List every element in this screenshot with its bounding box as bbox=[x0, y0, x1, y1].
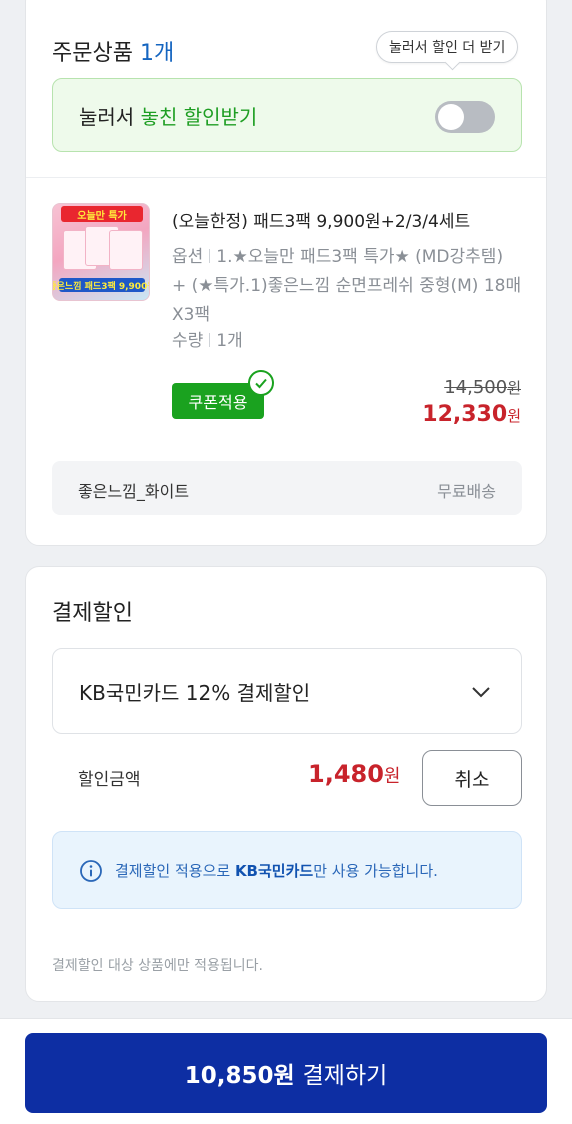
payment-discount-title: 결제할인 bbox=[52, 601, 133, 626]
section-divider bbox=[26, 177, 546, 178]
missed-discount-banner[interactable]: 눌러서 놓친 할인받기 bbox=[52, 78, 522, 152]
notice-card: KB국민카드 bbox=[234, 862, 314, 880]
order-count: 1개 bbox=[139, 41, 175, 66]
discount-amount: 1,480원 bbox=[308, 760, 400, 788]
pay-button[interactable]: 10,850원 결제하기 bbox=[25, 1033, 547, 1113]
missed-discount-toggle[interactable] bbox=[435, 101, 495, 133]
order-section-title: 주문상품 1개 bbox=[52, 35, 174, 67]
separator bbox=[209, 249, 211, 263]
original-price-value: 14,500 bbox=[444, 377, 508, 398]
won-unit: 원 bbox=[383, 766, 401, 787]
chevron-down-icon bbox=[472, 687, 490, 698]
product-thumbnail[interactable]: 오늘만 특가 좋은느낌 패드3팩 9,900원 bbox=[52, 203, 150, 301]
discount-amount-label: 할인금액 bbox=[78, 770, 141, 790]
seller-name: 좋은느낌_화이트 bbox=[78, 482, 190, 501]
separator bbox=[209, 333, 211, 347]
thumb-banner: 오늘만 특가 bbox=[61, 206, 143, 222]
pay-amount: 10,850원 bbox=[184, 1063, 295, 1089]
card-only-notice: 결제할인 적용으로 KB국민카드만 사용 가능합니다. bbox=[52, 831, 522, 909]
pay-label: 결제하기 bbox=[302, 1063, 388, 1089]
sale-price-value: 12,330 bbox=[422, 402, 508, 427]
option-value: 1.★오늘만 패드3팩 특가★ (MD강추템) + (★특가.1)좋은느낌 순면… bbox=[172, 247, 522, 325]
product-quantity: 수량 1개 bbox=[172, 326, 243, 351]
discount-amount-value: 1,480 bbox=[308, 760, 384, 788]
option-label: 옵션 bbox=[172, 247, 204, 267]
cancel-discount-button[interactable]: 취소 bbox=[422, 750, 522, 806]
thumb-price-strip: 좋은느낌 패드3팩 9,900원 bbox=[53, 278, 149, 292]
missed-discount-highlight: 놓친 할인받기 bbox=[140, 105, 258, 129]
toggle-knob bbox=[438, 104, 464, 130]
won-unit: 원 bbox=[507, 379, 521, 397]
sale-price: 12,330원 bbox=[422, 402, 521, 427]
missed-discount-prefix: 눌러서 bbox=[79, 105, 135, 129]
original-price: 14,500원 bbox=[444, 377, 521, 398]
discount-footnote: 결제할인 대상 상품에만 적용됩니다. bbox=[52, 958, 263, 974]
product-title[interactable]: (오늘한정) 패드3팩 9,900원+2/3/4세트 bbox=[172, 207, 522, 232]
thumb-pack bbox=[109, 230, 143, 270]
shipping-info: 좋은느낌_화이트 무료배송 bbox=[52, 461, 522, 515]
checkout-bar: 10,850원 결제하기 bbox=[0, 1018, 572, 1124]
check-icon bbox=[248, 370, 274, 396]
missed-discount-text: 눌러서 놓친 할인받기 bbox=[79, 101, 257, 130]
notice-suffix: 만 사용 가능합니다. bbox=[313, 862, 438, 880]
order-items-card: 주문상품 1개 눌러서 놓친 할인받기 눌러서 할인 더 받기 오늘만 특가 좋… bbox=[25, 0, 547, 546]
order-title-text: 주문상품 bbox=[52, 41, 133, 66]
notice-prefix: 결제할인 적용으로 bbox=[115, 862, 235, 880]
product-option: 옵션 1.★오늘만 패드3팩 특가★ (MD강추템) + (★특가.1)좋은느낌 … bbox=[172, 243, 522, 330]
card-discount-select[interactable]: KB국민카드 12% 결제할인 bbox=[52, 648, 522, 734]
shipping-fee: 무료배송 bbox=[437, 482, 496, 501]
payment-discount-card: 결제할인 KB국민카드 12% 결제할인 할인금액 1,480원 취소 결제할인… bbox=[25, 566, 547, 1002]
won-unit: 원 bbox=[507, 407, 521, 425]
info-icon bbox=[80, 860, 102, 882]
qty-value: 1개 bbox=[216, 331, 243, 351]
discount-tooltip: 눌러서 할인 더 받기 bbox=[376, 31, 519, 63]
notice-text: 결제할인 적용으로 KB국민카드만 사용 가능합니다. bbox=[115, 860, 438, 881]
card-discount-value: KB국민카드 12% 결제할인 bbox=[79, 681, 311, 705]
qty-label: 수량 bbox=[172, 331, 204, 351]
